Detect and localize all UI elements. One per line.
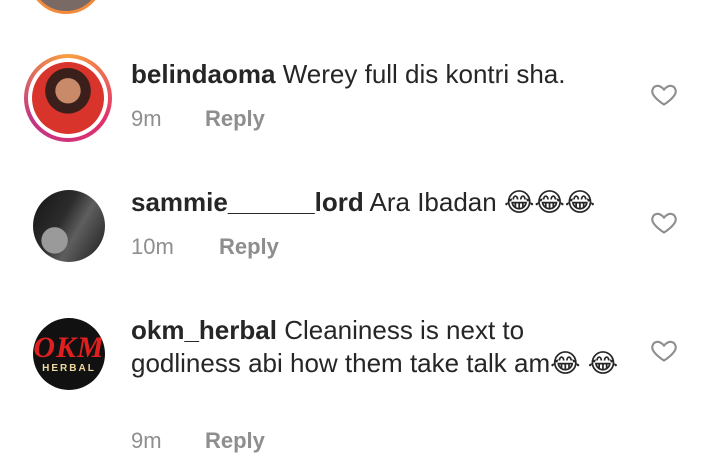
previous-comment-avatar[interactable]	[28, 0, 104, 14]
reply-button[interactable]: Reply	[219, 234, 279, 260]
avatar[interactable]: OKM HERBAL	[33, 318, 105, 390]
comment-username[interactable]: belindaoma	[131, 59, 275, 89]
comment-time: 9m	[131, 106, 162, 131]
reply-button[interactable]: Reply	[205, 428, 265, 454]
comment-username[interactable]: sammie______lord	[131, 187, 364, 217]
comment-username[interactable]: okm_herbal	[131, 315, 277, 345]
comment-text: Werey full dis kontri sha.	[282, 59, 566, 89]
heart-icon[interactable]	[650, 208, 678, 236]
avatar[interactable]	[33, 190, 105, 262]
comment-text: Ara Ibadan 😂😂😂	[369, 187, 596, 217]
profile-photo	[32, 62, 104, 134]
comment-time: 10m	[131, 234, 174, 259]
herbal-logo-mark: HERBAL	[42, 362, 96, 374]
heart-icon[interactable]	[650, 336, 678, 364]
avatar[interactable]	[24, 54, 112, 142]
heart-icon[interactable]	[650, 80, 678, 108]
comment-time: 9m	[131, 428, 162, 453]
reply-button[interactable]: Reply	[205, 106, 265, 132]
okm-logo-mark: OKM	[33, 330, 105, 364]
